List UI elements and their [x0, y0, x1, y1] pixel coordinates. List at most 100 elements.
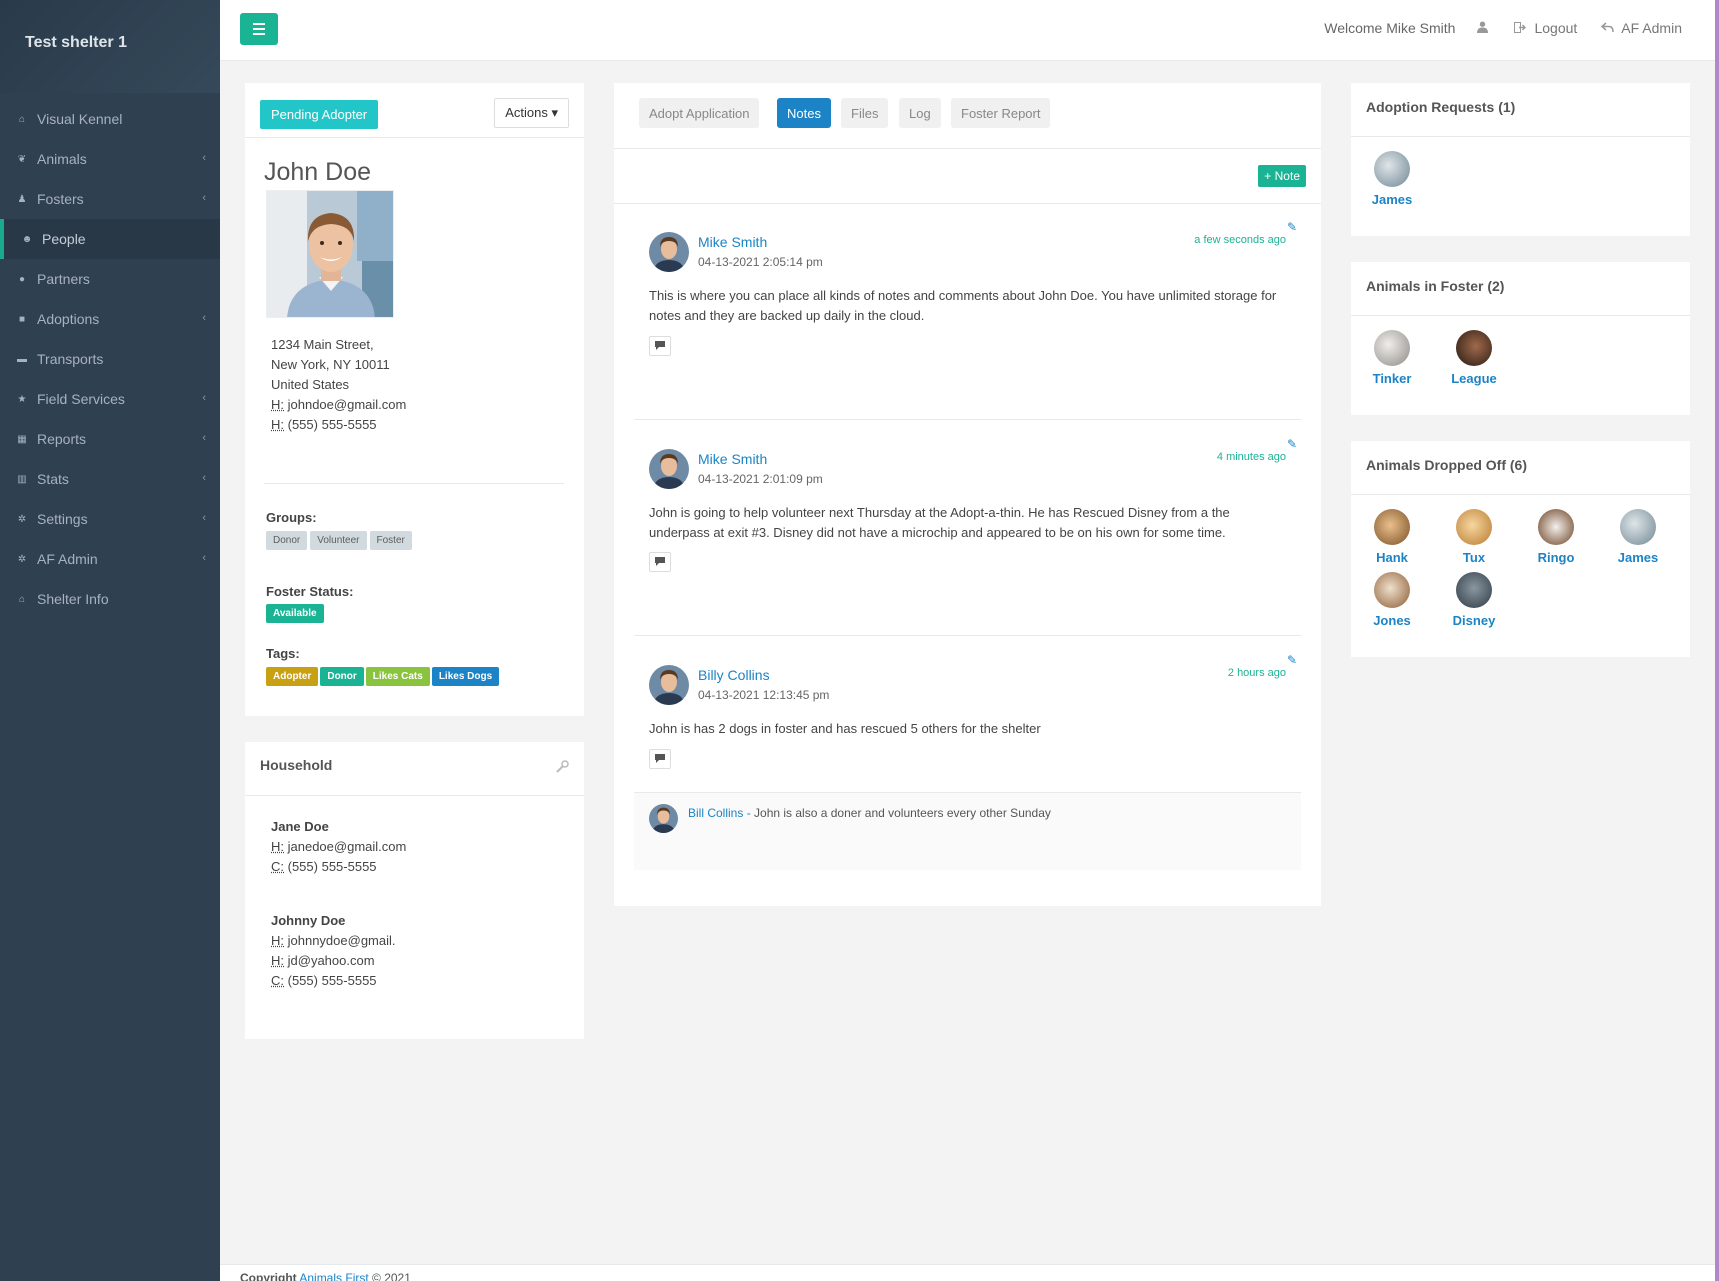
groups-list: Donor Volunteer Foster: [266, 530, 415, 550]
tab-notes[interactable]: Notes: [777, 98, 831, 128]
user-icon[interactable]: [1477, 20, 1489, 36]
comment-button[interactable]: [649, 552, 671, 572]
member-contact: H: jd@yahoo.com: [271, 951, 396, 971]
tag-badge: Adopter: [266, 667, 319, 686]
sidebar-item-settings[interactable]: ✲ Settings ‹: [0, 499, 220, 539]
panel-header: Animals Dropped Off (6): [1351, 441, 1690, 495]
tab-log[interactable]: Log: [899, 98, 941, 128]
notes-panel: Adopt Application Notes Files Log Foster…: [614, 83, 1321, 906]
member-contact: H: johnnydoe@gmail.: [271, 931, 396, 951]
phone-key: H:: [271, 417, 284, 432]
note-author[interactable]: Billy Collins: [698, 667, 770, 683]
add-note-button[interactable]: + Note: [1258, 165, 1306, 187]
sidebar-item-reports[interactable]: ▦ Reports ‹: [0, 419, 220, 459]
actions-dropdown[interactable]: Actions ▾: [494, 98, 569, 128]
animal-item[interactable]: Tux: [1433, 509, 1515, 565]
sidebar-item-label: Reports: [37, 431, 87, 447]
animal-name[interactable]: Ringo: [1515, 550, 1597, 565]
note-author[interactable]: Mike Smith: [698, 451, 767, 467]
person-profile-panel: Pending Adopter Actions ▾ John Doe 1234 …: [245, 83, 584, 716]
note-item: Mike Smith 04-13-2021 2:05:14 pm a few s…: [634, 204, 1301, 414]
sidebar-item-label: Adoptions: [37, 311, 100, 327]
contact-value: janedoe@gmail.com: [287, 839, 407, 854]
panel-header: Adoption Requests (1): [1351, 83, 1690, 137]
sidebar-item-partners[interactable]: ● Partners: [0, 259, 220, 299]
sidebar-item-label: Field Services: [37, 391, 125, 407]
shelter-name[interactable]: Test shelter 1: [25, 34, 195, 52]
tab-adopt-application[interactable]: Adopt Application: [639, 98, 760, 128]
menu-toggle-button[interactable]: [240, 13, 278, 45]
copyright-text: Copyright Animals First © 2021: [240, 1271, 411, 1281]
animal-name[interactable]: Tux: [1433, 550, 1515, 565]
sidebar-item-stats[interactable]: ▥ Stats ‹: [0, 459, 220, 499]
panel-header: Animals in Foster (2): [1351, 262, 1690, 316]
animal-name[interactable]: Jones: [1351, 613, 1433, 628]
animal-name[interactable]: Hank: [1351, 550, 1433, 565]
sidebar-item-shelter-info[interactable]: ⌂ Shelter Info: [0, 579, 220, 619]
contact-key: C:: [271, 973, 284, 988]
animal-name[interactable]: Tinker: [1351, 371, 1433, 386]
top-navbar: Welcome Mike Smith Logout AF Admin: [220, 0, 1715, 61]
animal-name[interactable]: Disney: [1433, 613, 1515, 628]
user-icon: ●: [18, 273, 26, 285]
person-photo: [266, 190, 394, 318]
member-name: Johnny Doe: [271, 913, 346, 928]
tab-files[interactable]: Files: [841, 98, 889, 128]
sidebar-item-field-services[interactable]: ★ Field Services ‹: [0, 379, 220, 419]
note-author[interactable]: Mike Smith: [698, 234, 767, 250]
chevron-left-icon: ‹: [202, 152, 206, 164]
tab-foster-report[interactable]: Foster Report: [951, 98, 1051, 128]
sidebar-item-transports[interactable]: ▬ Transports: [0, 339, 220, 379]
contact-value: jd@yahoo.com: [287, 953, 375, 968]
contact-key: H:: [271, 933, 284, 948]
edit-pencil-icon[interactable]: ✎: [1287, 437, 1297, 451]
animal-item[interactable]: Jones: [1351, 572, 1433, 628]
af-admin-link[interactable]: AF Admin: [1601, 20, 1682, 36]
edit-pencil-icon[interactable]: ✎: [1287, 653, 1297, 667]
edit-pencil-icon[interactable]: ✎: [1287, 220, 1297, 234]
comment-button[interactable]: [649, 749, 671, 769]
wrench-icon[interactable]: [556, 760, 569, 776]
tags-label: Tags:: [266, 646, 300, 661]
animal-avatar: [1456, 572, 1492, 608]
sidebar-item-fosters[interactable]: ♟ Fosters ‹: [0, 179, 220, 219]
animal-item[interactable]: Tinker: [1351, 330, 1433, 386]
child-icon: ♟: [17, 193, 27, 205]
sidebar-item-adoptions[interactable]: ■ Adoptions ‹: [0, 299, 220, 339]
animal-item[interactable]: Ringo: [1515, 509, 1597, 565]
sidebar-item-af-admin[interactable]: ✲ AF Admin ‹: [0, 539, 220, 579]
animal-name[interactable]: James: [1597, 550, 1679, 565]
chevron-left-icon: ‹: [202, 392, 206, 404]
animal-item[interactable]: James: [1351, 151, 1433, 207]
tag-badge: Donor: [320, 667, 364, 686]
comment-icon: [655, 337, 665, 355]
sidebar-item-animals[interactable]: ❦ Animals ‹: [0, 139, 220, 179]
panel-title: Animals in Foster (2): [1366, 278, 1505, 294]
animal-item[interactable]: James: [1597, 509, 1679, 565]
af-admin-label: AF Admin: [1621, 20, 1682, 36]
status-button[interactable]: Pending Adopter: [260, 100, 379, 129]
animal-name[interactable]: League: [1433, 371, 1515, 386]
sidebar-header: Test shelter 1: [0, 0, 220, 93]
topbar-right: Welcome Mike Smith Logout AF Admin: [1324, 20, 1682, 36]
comment-author[interactable]: Bill Collins: [688, 806, 743, 820]
animal-name[interactable]: James: [1351, 192, 1433, 207]
logout-link[interactable]: Logout: [1514, 20, 1577, 36]
chevron-left-icon: ‹: [202, 552, 206, 564]
animal-item[interactable]: Hank: [1351, 509, 1433, 565]
note-item: Billy Collins 04-13-2021 12:13:45 pm 2 h…: [634, 637, 1301, 791]
sidebar-item-visual-kennel[interactable]: ⌂ Visual Kennel: [0, 99, 220, 139]
sidebar-item-people[interactable]: ☻ People: [0, 219, 220, 259]
home-icon: ⌂: [18, 113, 26, 125]
note-comment: Bill Collins - John is also a doner and …: [634, 792, 1301, 870]
table-icon: ▦: [17, 433, 27, 445]
truck-icon: ▬: [17, 353, 27, 365]
footer-link[interactable]: Animals First: [299, 1271, 368, 1281]
household-member: Jane Doe H: janedoe@gmail.com C: (555) 5…: [271, 817, 406, 877]
panel-title: Adoption Requests (1): [1366, 99, 1516, 115]
email-value[interactable]: johndoe@gmail.com: [288, 397, 407, 412]
animal-item[interactable]: Disney: [1433, 572, 1515, 628]
chevron-left-icon: ‹: [202, 192, 206, 204]
comment-button[interactable]: [649, 336, 671, 356]
animal-item[interactable]: League: [1433, 330, 1515, 386]
